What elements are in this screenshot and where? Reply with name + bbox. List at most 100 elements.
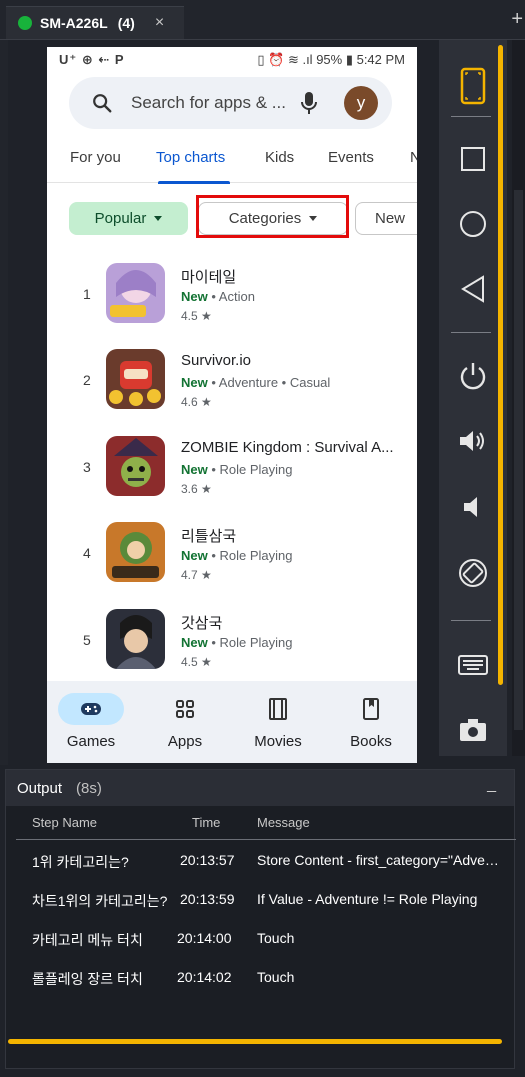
battery-time: 95% ▮ 5:42 PM — [316, 52, 405, 67]
step-name-cell: 롤플레잉 장르 터치 — [32, 971, 143, 987]
power-button[interactable] — [453, 356, 493, 396]
output-header: Output (8s) _ — [6, 770, 514, 806]
list-item[interactable]: 4 리틀삼국 New • Role Playing 4.7 ★ — [47, 522, 417, 608]
circle-icon — [460, 211, 486, 237]
status-icons: ▯ ⏰ ≋ .ıl — [257, 52, 317, 67]
new-badge: New — [181, 462, 208, 477]
device-tab-count: (4) — [117, 15, 135, 31]
nav-books-label: Books — [350, 733, 392, 750]
rotate-screen-icon — [459, 559, 487, 587]
tab-for-you[interactable]: For you — [70, 149, 121, 166]
minimize-icon[interactable]: _ — [487, 776, 496, 794]
message-cell: Store Content - first_category="Adventur… — [257, 852, 501, 868]
search-bar[interactable]: Search for apps & ... y — [69, 77, 392, 129]
app-rank: 4 — [83, 545, 91, 561]
tab-kids[interactable]: Kids — [265, 149, 294, 166]
book-icon — [363, 698, 379, 720]
panel-scrollbar[interactable] — [498, 45, 503, 685]
app-name: 갓삼국 — [181, 615, 223, 632]
new-badge: New — [181, 548, 208, 563]
app-name: 리틀삼국 — [181, 528, 237, 545]
nav-apps[interactable]: Apps — [145, 693, 225, 750]
time-cell: 20:14:00 — [177, 930, 232, 946]
rotate-button[interactable] — [453, 553, 493, 593]
app-rank: 1 — [83, 286, 91, 302]
highlight-box — [196, 195, 349, 238]
keyboard-button[interactable] — [453, 645, 493, 685]
new-filter-chip[interactable]: New — [355, 202, 417, 235]
table-row[interactable]: 1위 카테고리는? 20:13:57 Store Content - first… — [16, 842, 516, 880]
tab-events[interactable]: Events — [328, 149, 374, 166]
popular-filter-chip[interactable]: Popular — [69, 202, 188, 235]
chevron-down-icon — [154, 216, 163, 221]
message-cell: Touch — [257, 930, 295, 946]
step-name-cell: 1위 카테고리는? — [32, 854, 129, 870]
popular-chip-label: Popular — [94, 210, 147, 227]
divider — [451, 620, 491, 621]
app-rank: 3 — [83, 459, 91, 475]
new-chip-label: New — [374, 210, 405, 227]
app-rating: 4.5 ★ — [181, 309, 212, 323]
portrait-mode-button[interactable] — [453, 66, 493, 106]
volume-up-button[interactable] — [453, 421, 493, 461]
app-rating: 3.6 ★ — [181, 482, 212, 496]
divider — [451, 116, 491, 117]
microphone-icon[interactable] — [299, 90, 319, 116]
app-icon-god-three-kingdoms — [106, 609, 165, 669]
app-rating: 4.6 ★ — [181, 395, 212, 409]
output-horizontal-scrollbar[interactable] — [8, 1039, 502, 1044]
app-icon-mytale — [106, 263, 165, 323]
back-button[interactable] — [453, 269, 493, 309]
active-tab-indicator — [158, 181, 230, 184]
nav-games-label: Games — [66, 733, 116, 750]
tab-top-charts[interactable]: Top charts — [156, 149, 225, 166]
add-tab-button[interactable]: + — [511, 8, 523, 31]
column-message[interactable]: Message — [257, 815, 310, 830]
app-rating: 4.5 ★ — [181, 655, 212, 669]
volume-up-icon — [460, 431, 484, 451]
time-cell: 20:14:02 — [177, 969, 232, 985]
tab-more[interactable]: N — [410, 149, 417, 166]
output-panel: Output (8s) _ Step Name Time Message 1위 … — [5, 769, 516, 1069]
device-tab-bar: SM-A226L (4) × + — [0, 0, 525, 40]
nav-apps-label: Apps — [167, 733, 203, 750]
close-tab-icon[interactable]: × — [155, 14, 164, 32]
triangle-back-icon — [461, 275, 484, 303]
message-cell: If Value - Adventure != Role Playing — [257, 891, 478, 907]
app-icon-zombie-kingdom — [106, 436, 165, 496]
app-meta: New • Role Playing — [181, 548, 293, 563]
account-avatar[interactable]: y — [344, 86, 378, 120]
app-rank: 2 — [83, 372, 91, 388]
home-button[interactable] — [453, 204, 493, 244]
gamepad-icon — [81, 703, 101, 715]
table-row[interactable]: 카테고리 메뉴 터치 20:14:00 Touch — [16, 920, 516, 958]
column-step-name[interactable]: Step Name — [32, 815, 97, 830]
output-title: Output — [17, 780, 63, 797]
nav-movies[interactable]: Movies — [238, 693, 318, 750]
connected-status-icon — [18, 16, 32, 30]
table-row[interactable]: 롤플레잉 장르 터치 20:14:02 Touch — [16, 959, 516, 997]
list-item[interactable]: 3 ZOMBIE Kingdom : Survival A... New • R… — [47, 436, 417, 522]
nav-games[interactable]: Games — [51, 693, 131, 750]
column-time[interactable]: Time — [192, 815, 220, 830]
list-item[interactable]: 1 마이테일 New • Action 4.5 ★ — [47, 263, 417, 349]
screenshot-button[interactable] — [453, 710, 493, 750]
app-meta: New • Role Playing — [181, 635, 293, 650]
device-tab[interactable]: SM-A226L (4) × — [6, 6, 184, 39]
right-edge-panel — [512, 40, 525, 756]
movies-pill — [245, 693, 311, 725]
new-badge: New — [181, 635, 208, 650]
recent-apps-button[interactable] — [453, 139, 493, 179]
time-cell: 20:13:59 — [180, 891, 235, 907]
app-meta: New • Role Playing — [181, 462, 293, 477]
square-icon — [461, 147, 485, 171]
step-name-cell: 차트1위의 카테고리는? — [32, 893, 168, 909]
device-control-panel — [439, 40, 507, 756]
list-item[interactable]: 2 Survivor.io New • Adventure • Casual 4… — [47, 349, 417, 435]
nav-books[interactable]: Books — [331, 693, 411, 750]
volume-down-button[interactable] — [453, 487, 493, 527]
device-screen[interactable]: U⁺ ⊕ ⇠ P ▯ ⏰ ≋ .ıl 95% ▮ 5:42 PM Search … — [47, 47, 417, 763]
app-icon-survivor-io — [106, 349, 165, 409]
table-row[interactable]: 차트1위의 카테고리는? 20:13:59 If Value - Adventu… — [16, 881, 516, 919]
search-input[interactable]: Search for apps & ... — [131, 93, 286, 113]
